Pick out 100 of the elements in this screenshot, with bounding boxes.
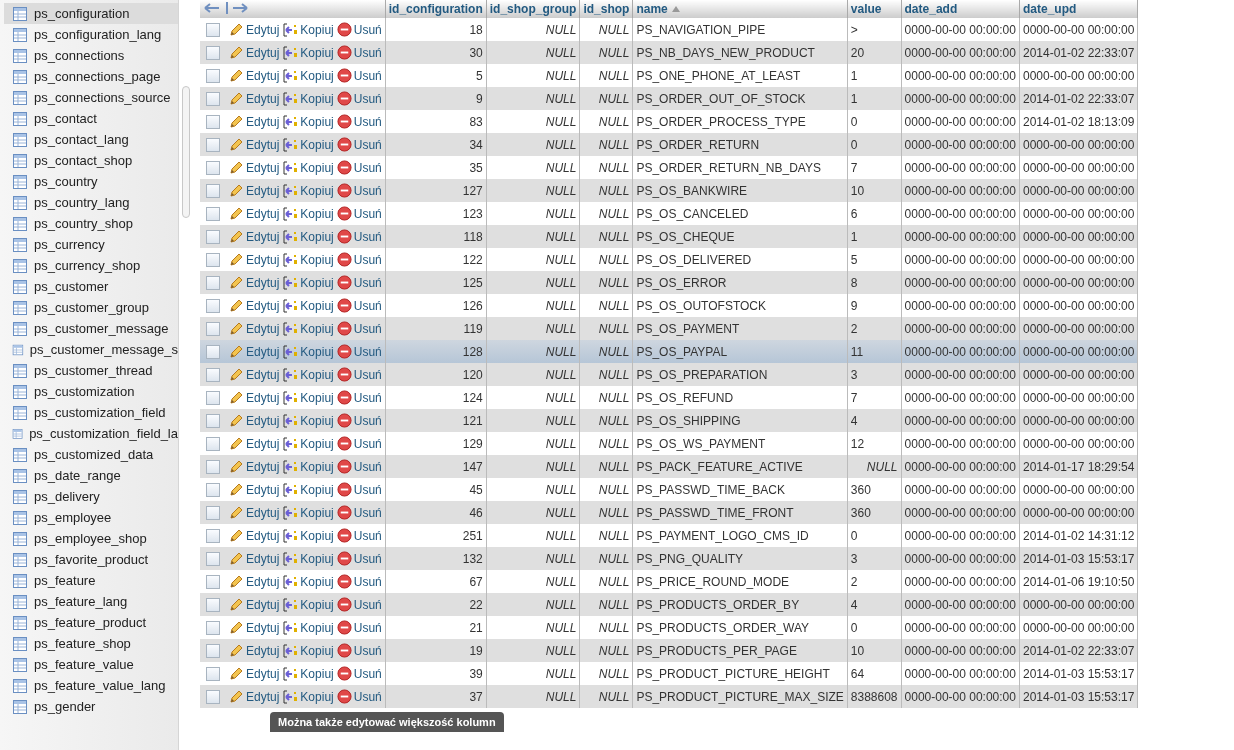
row-checkbox[interactable] [206,344,220,359]
row-checkbox[interactable] [206,505,220,520]
row-checkbox[interactable] [206,45,220,60]
table-row[interactable]: Edytuj Kopiuj Usuń 30 NULL NULL PS_NB_DAYS_NEW_PRODUCT 20 0000-00-00 00:00:00 2014-01-02 22:33:07 [200,41,1138,64]
row-action-link[interactable]: Usuń [336,91,382,106]
row-action-link[interactable]: Edytuj [228,619,280,636]
row-action-link[interactable]: Usuń [336,390,382,405]
row-action-link[interactable]: Usuń [336,643,382,658]
row-action-link[interactable]: Kopiuj [282,619,334,636]
row-checkbox[interactable] [206,22,220,37]
table-list-item[interactable]: ps_employee_shop [4,528,178,549]
row-action-link[interactable]: Kopiuj [282,21,334,38]
row-checkbox[interactable] [206,68,220,83]
row-action-link[interactable]: Kopiuj [282,320,334,337]
row-action-link[interactable]: Usuń [336,505,382,520]
table-list-item[interactable]: ps_customer_message [4,318,178,339]
table-list-item[interactable]: ps_gender [4,696,178,717]
table-row[interactable]: Edytuj Kopiuj Usuń 123 NULL NULL PS_OS_CANCELED 6 0000-00-00 00:00:00 0000-00-00 00:00:00 [200,202,1138,225]
table-list-item[interactable]: ps_currency_shop [4,255,178,276]
row-checkbox[interactable] [206,160,220,175]
row-action-link[interactable]: Kopiuj [282,44,334,61]
row-action-link[interactable]: Kopiuj [282,159,334,176]
row-action-link[interactable]: Edytuj [228,642,280,659]
row-action-link[interactable]: Usuń [336,206,382,221]
row-action-link[interactable]: Edytuj [228,136,280,153]
column-header[interactable]: date_upd [1019,0,1138,18]
row-action-link[interactable]: Kopiuj [282,412,334,429]
row-action-link[interactable]: Edytuj [228,182,280,199]
row-action-link[interactable]: Edytuj [228,481,280,498]
table-row[interactable]: Edytuj Kopiuj Usuń 19 NULL NULL PS_PRODUCTS_PER_PAGE 10 0000-00-00 00:00:00 2014-01-02 22:33:07 [200,639,1138,662]
row-action-link[interactable]: Kopiuj [282,573,334,590]
table-row[interactable]: Edytuj Kopiuj Usuń 37 NULL NULL PS_PRODUCT_PICTURE_MAX_SIZE 8388608 0000-00-00 00:00:00 2014-01-03 15:53:17 [200,685,1138,708]
table-list-item[interactable]: ps_contact_lang [4,129,178,150]
row-action-link[interactable]: Usuń [336,620,382,635]
table-list-item[interactable]: ps_customer_thread [4,360,178,381]
table-row[interactable]: Edytuj Kopiuj Usuń 125 NULL NULL PS_OS_ERROR 8 0000-00-00 00:00:00 0000-00-00 00:00:00 [200,271,1138,294]
table-row[interactable]: Edytuj Kopiuj Usuń 121 NULL NULL PS_OS_SHIPPING 4 0000-00-00 00:00:00 0000-00-00 00:00:00 [200,409,1138,432]
row-action-link[interactable]: Edytuj [228,320,280,337]
row-checkbox[interactable] [206,413,220,428]
row-action-link[interactable]: Usuń [336,689,382,704]
row-action-link[interactable]: Usuń [336,229,382,244]
row-action-link[interactable]: Usuń [336,666,382,681]
row-action-link[interactable]: Kopiuj [282,343,334,360]
row-action-link[interactable]: Edytuj [228,251,280,268]
row-checkbox[interactable] [206,620,220,635]
row-action-link[interactable]: Usuń [336,22,382,37]
table-row[interactable]: Edytuj Kopiuj Usuń 129 NULL NULL PS_OS_WS_PAYMENT 12 0000-00-00 00:00:00 0000-00-00 00:00:00 [200,432,1138,455]
row-action-link[interactable]: Usuń [336,551,382,566]
row-action-link[interactable]: Kopiuj [282,113,334,130]
row-action-link[interactable]: Usuń [336,252,382,267]
row-checkbox[interactable] [206,459,220,474]
table-list-item[interactable]: ps_contact [4,108,178,129]
row-checkbox[interactable] [206,390,220,405]
row-checkbox[interactable] [206,666,220,681]
row-checkbox[interactable] [206,597,220,612]
table-row[interactable]: Edytuj Kopiuj Usuń 9 NULL NULL PS_ORDER_OUT_OF_STOCK 1 0000-00-00 00:00:00 2014-01-02 22:33:07 [200,87,1138,110]
row-checkbox[interactable] [206,206,220,221]
row-action-link[interactable]: Kopiuj [282,389,334,406]
row-action-link[interactable]: Usuń [336,413,382,428]
row-action-link[interactable]: Edytuj [228,366,280,383]
row-action-link[interactable]: Edytuj [228,435,280,452]
row-action-link[interactable]: Kopiuj [282,435,334,452]
row-action-link[interactable]: Kopiuj [282,504,334,521]
row-action-link[interactable]: Usuń [336,45,382,60]
row-checkbox[interactable] [206,91,220,106]
row-action-link[interactable]: Kopiuj [282,366,334,383]
row-action-link[interactable]: Edytuj [228,343,280,360]
table-row[interactable]: Edytuj Kopiuj Usuń 39 NULL NULL PS_PRODUCT_PICTURE_HEIGHT 64 0000-00-00 00:00:00 2014-01-03 15:53:17 [200,662,1138,685]
table-list-item[interactable]: ps_customer [4,276,178,297]
table-row[interactable]: Edytuj Kopiuj Usuń 128 NULL NULL PS_OS_PAYPAL 11 0000-00-00 00:00:00 0000-00-00 00:00:00 [200,340,1138,363]
table-list-item[interactable]: ps_customer_group [4,297,178,318]
table-list-item[interactable]: ps_feature_shop [4,633,178,654]
table-list-item[interactable]: ps_feature [4,570,178,591]
row-action-link[interactable]: Kopiuj [282,481,334,498]
table-list-item[interactable]: ps_feature_lang [4,591,178,612]
row-action-link[interactable]: Edytuj [228,504,280,521]
row-checkbox[interactable] [206,574,220,589]
table-list-item[interactable]: ps_connections [4,45,178,66]
table-list-item[interactable]: ps_date_range [4,465,178,486]
row-action-link[interactable]: Edytuj [228,573,280,590]
row-checkbox[interactable] [206,183,220,198]
table-row[interactable]: Edytuj Kopiuj Usuń 34 NULL NULL PS_ORDER_RETURN 0 0000-00-00 00:00:00 0000-00-00 00:00:00 [200,133,1138,156]
table-row[interactable]: Edytuj Kopiuj Usuń 5 NULL NULL PS_ONE_PHONE_AT_LEAST 1 0000-00-00 00:00:00 0000-00-00 00:00:00 [200,64,1138,87]
row-action-link[interactable]: Usuń [336,137,382,152]
row-action-link[interactable]: Edytuj [228,228,280,245]
table-row[interactable]: Edytuj Kopiuj Usuń 22 NULL NULL PS_PRODUCTS_ORDER_BY 4 0000-00-00 00:00:00 0000-00-00 00:00:00 [200,593,1138,616]
row-checkbox[interactable] [206,643,220,658]
table-list-item[interactable]: ps_connections_source [4,87,178,108]
row-action-link[interactable]: Edytuj [228,21,280,38]
sort-ascending-icon[interactable] [671,5,682,13]
row-action-link[interactable]: Usuń [336,321,382,336]
row-action-link[interactable]: Kopiuj [282,642,334,659]
table-row[interactable]: Edytuj Kopiuj Usuń 126 NULL NULL PS_OS_OUTOFSTOCK 9 0000-00-00 00:00:00 0000-00-00 00:00:00 [200,294,1138,317]
row-action-link[interactable]: Usuń [336,528,382,543]
row-action-link[interactable]: Edytuj [228,90,280,107]
row-action-link[interactable]: Edytuj [228,688,280,705]
table-row[interactable]: Edytuj Kopiuj Usuń 147 NULL NULL PS_PACK_FEATURE_ACTIVE NULL 0000-00-00 00:00:00 2014-01-17 18:29:54 [200,455,1138,478]
row-action-link[interactable]: Usuń [336,574,382,589]
row-action-link[interactable]: Edytuj [228,205,280,222]
row-checkbox[interactable] [206,689,220,704]
